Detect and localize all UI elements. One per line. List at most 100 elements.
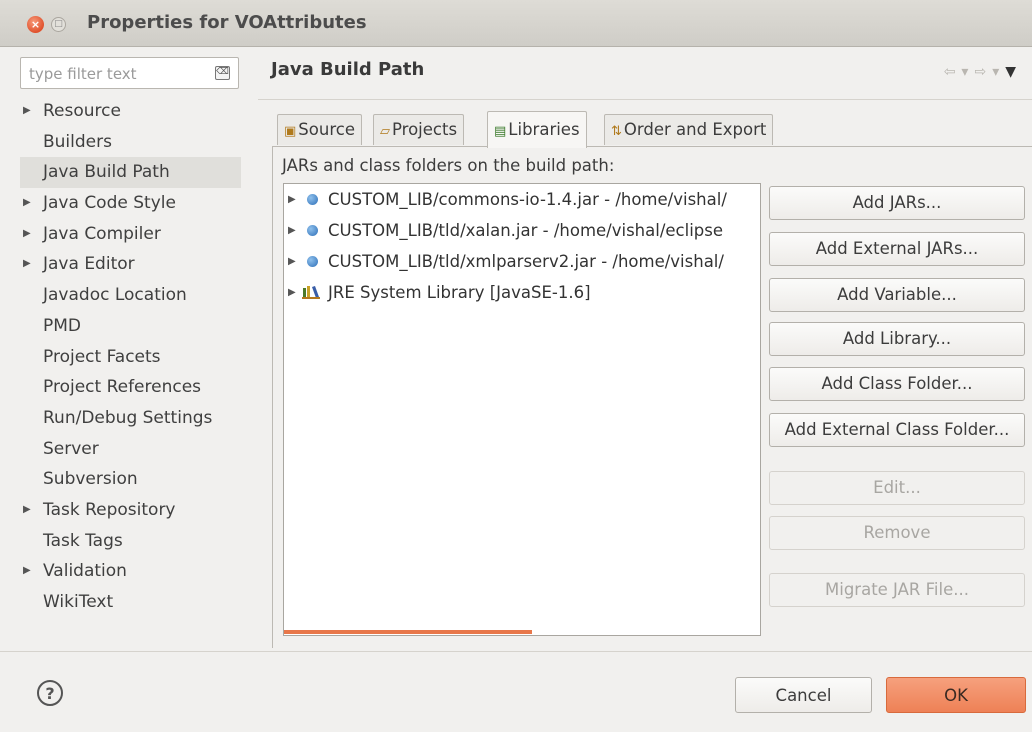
nav-item-label: PMD bbox=[43, 315, 82, 336]
add-class-folder-button[interactable]: Add Class Folder... bbox=[769, 367, 1025, 401]
tab-label: Source bbox=[298, 120, 355, 139]
nav-item-subversion[interactable]: Subversion bbox=[20, 464, 241, 495]
expand-arrow-icon[interactable]: ▶ bbox=[288, 215, 296, 246]
library-entry[interactable]: ▶ CUSTOM_LIB/commons-io-1.4.jar - /home/… bbox=[284, 184, 760, 215]
nav-item-label: WikiText bbox=[43, 592, 114, 612]
tab-label: Libraries bbox=[508, 120, 580, 139]
nav-item-label: Resource bbox=[43, 101, 121, 121]
forward-menu-icon[interactable]: ▾ bbox=[992, 64, 1005, 80]
nav-item-project-references[interactable]: Project References bbox=[20, 372, 241, 403]
library-entry-label: CUSTOM_LIB/commons-io-1.4.jar - /home/vi… bbox=[328, 190, 727, 209]
minimize-window-icon[interactable]: □ bbox=[51, 17, 66, 32]
library-icon bbox=[302, 286, 320, 299]
nav-item-label: Project References bbox=[43, 377, 202, 398]
jar-variable-icon bbox=[307, 225, 318, 236]
tab-projects[interactable]: ▱ Projects bbox=[373, 114, 465, 145]
nav-item-server[interactable]: Server bbox=[20, 434, 241, 465]
nav-item-label: Javadoc Location bbox=[43, 285, 187, 306]
nav-item-label: Task Tags bbox=[43, 530, 123, 551]
nav-item-label: Server bbox=[43, 438, 99, 459]
build-path-label: JARs and class folders on the build path… bbox=[282, 156, 615, 175]
add-library-button[interactable]: Add Library... bbox=[769, 322, 1025, 356]
nav-item-label: Subversion bbox=[43, 469, 138, 490]
nav-item-java-compiler[interactable]: ▶ Java Compiler bbox=[20, 219, 241, 250]
view-menu-icon[interactable]: ▼ bbox=[1005, 64, 1022, 80]
expand-arrow-icon[interactable]: ▶ bbox=[23, 495, 31, 526]
expand-arrow-icon[interactable]: ▶ bbox=[288, 277, 296, 308]
ok-button[interactable]: OK bbox=[886, 677, 1026, 713]
tab-label: Order and Export bbox=[623, 120, 767, 139]
nav-item-resource[interactable]: ▶ Resource bbox=[20, 96, 241, 127]
add-variable-button[interactable]: Add Variable... bbox=[769, 278, 1025, 312]
back-arrow-icon[interactable]: ⇦ bbox=[944, 64, 962, 80]
expand-arrow-icon[interactable]: ▶ bbox=[288, 246, 296, 277]
expand-arrow-icon[interactable]: ▶ bbox=[23, 219, 31, 250]
filter-field[interactable]: ⌫ bbox=[20, 57, 239, 89]
projects-icon: ▱ bbox=[380, 124, 390, 139]
library-entry-label: CUSTOM_LIB/tld/xmlparserv2.jar - /home/v… bbox=[328, 252, 724, 271]
order-export-icon: ⇅ bbox=[611, 124, 622, 139]
filter-input[interactable] bbox=[27, 62, 201, 86]
horizontal-scrollbar[interactable] bbox=[284, 630, 532, 634]
tab-label: Projects bbox=[392, 120, 458, 139]
migrate-jar-button[interactable]: Migrate JAR File... bbox=[769, 573, 1025, 607]
nav-item-validation[interactable]: ▶ Validation bbox=[20, 556, 241, 587]
nav-item-project-facets[interactable]: Project Facets bbox=[20, 342, 241, 373]
nav-item-label: Run/Debug Settings bbox=[43, 407, 213, 428]
nav-item-label: Task Repository bbox=[43, 499, 176, 520]
library-entry[interactable]: ▶ JRE System Library [JavaSE-1.6] bbox=[284, 277, 760, 308]
jar-variable-icon bbox=[307, 256, 318, 267]
cancel-button[interactable]: Cancel bbox=[735, 677, 872, 713]
add-external-jars-button[interactable]: Add External JARs... bbox=[769, 232, 1025, 266]
edit-button[interactable]: Edit... bbox=[769, 471, 1025, 505]
tab-libraries[interactable]: ▤ Libraries bbox=[487, 111, 587, 148]
nav-item-label: Builders bbox=[43, 131, 112, 152]
library-entry-label: CUSTOM_LIB/tld/xalan.jar - /home/vishal/… bbox=[328, 221, 724, 240]
nav-item-pmd[interactable]: PMD bbox=[20, 311, 241, 342]
nav-item-task-tags[interactable]: Task Tags bbox=[20, 526, 241, 557]
nav-item-task-repository[interactable]: ▶ Task Repository bbox=[20, 495, 241, 526]
expand-arrow-icon[interactable]: ▶ bbox=[23, 556, 31, 587]
header-divider bbox=[258, 99, 1032, 100]
expand-arrow-icon[interactable]: ▶ bbox=[288, 184, 296, 215]
libraries-tree[interactable]: ▶ CUSTOM_LIB/commons-io-1.4.jar - /home/… bbox=[283, 183, 761, 636]
nav-item-javadoc-location[interactable]: Javadoc Location bbox=[20, 280, 241, 311]
nav-item-label: Validation bbox=[43, 561, 127, 582]
nav-item-label: Java Code Style bbox=[43, 193, 176, 214]
nav-item-java-editor[interactable]: ▶ Java Editor bbox=[20, 249, 241, 280]
tab-source[interactable]: ▣ Source bbox=[277, 114, 362, 145]
nav-item-java-code-style[interactable]: ▶ Java Code Style bbox=[20, 188, 241, 219]
page-title: Java Build Path bbox=[271, 59, 425, 80]
back-menu-icon[interactable]: ▾ bbox=[961, 64, 974, 80]
close-window-icon[interactable]: × bbox=[27, 16, 44, 33]
library-entry[interactable]: ▶ CUSTOM_LIB/tld/xalan.jar - /home/visha… bbox=[284, 215, 760, 246]
page-history-nav: ⇦▾⇨▾▼ bbox=[944, 64, 1022, 80]
clear-filter-icon[interactable]: ⌫ bbox=[215, 66, 230, 80]
nav-item-label: Project Facets bbox=[43, 346, 161, 367]
window-title: Properties for VOAttributes bbox=[87, 12, 367, 33]
add-external-class-folder-button[interactable]: Add External Class Folder... bbox=[769, 413, 1025, 447]
footer-divider bbox=[0, 651, 1032, 652]
nav-item-wikitext[interactable]: WikiText bbox=[20, 587, 241, 618]
help-icon[interactable]: ? bbox=[37, 680, 63, 706]
nav-item-label: Java Build Path bbox=[43, 162, 170, 183]
nav-item-run-debug-settings[interactable]: Run/Debug Settings bbox=[20, 403, 241, 434]
title-bar: × □ Properties for VOAttributes bbox=[0, 0, 1032, 47]
library-entry-label: JRE System Library [JavaSE-1.6] bbox=[328, 283, 591, 302]
nav-item-label: Java Compiler bbox=[43, 223, 161, 244]
tab-order-and-export[interactable]: ⇅ Order and Export bbox=[604, 114, 774, 145]
expand-arrow-icon[interactable]: ▶ bbox=[23, 188, 31, 219]
library-entry[interactable]: ▶ CUSTOM_LIB/tld/xmlparserv2.jar - /home… bbox=[284, 246, 760, 277]
nav-item-label: Java Editor bbox=[43, 254, 135, 275]
expand-arrow-icon[interactable]: ▶ bbox=[23, 249, 31, 280]
properties-nav-tree: ▶ Resource Builders Java Build Path ▶ Java… bbox=[20, 96, 241, 618]
jar-variable-icon bbox=[307, 194, 318, 205]
nav-item-builders[interactable]: Builders bbox=[20, 127, 241, 158]
remove-button[interactable]: Remove bbox=[769, 516, 1025, 550]
add-jars-button[interactable]: Add JARs... bbox=[769, 186, 1025, 220]
libraries-icon: ▤ bbox=[494, 124, 507, 139]
forward-arrow-icon[interactable]: ⇨ bbox=[974, 64, 992, 80]
nav-item-java-build-path[interactable]: Java Build Path bbox=[20, 157, 241, 189]
expand-arrow-icon[interactable]: ▶ bbox=[23, 96, 31, 127]
source-folder-icon: ▣ bbox=[284, 124, 297, 139]
